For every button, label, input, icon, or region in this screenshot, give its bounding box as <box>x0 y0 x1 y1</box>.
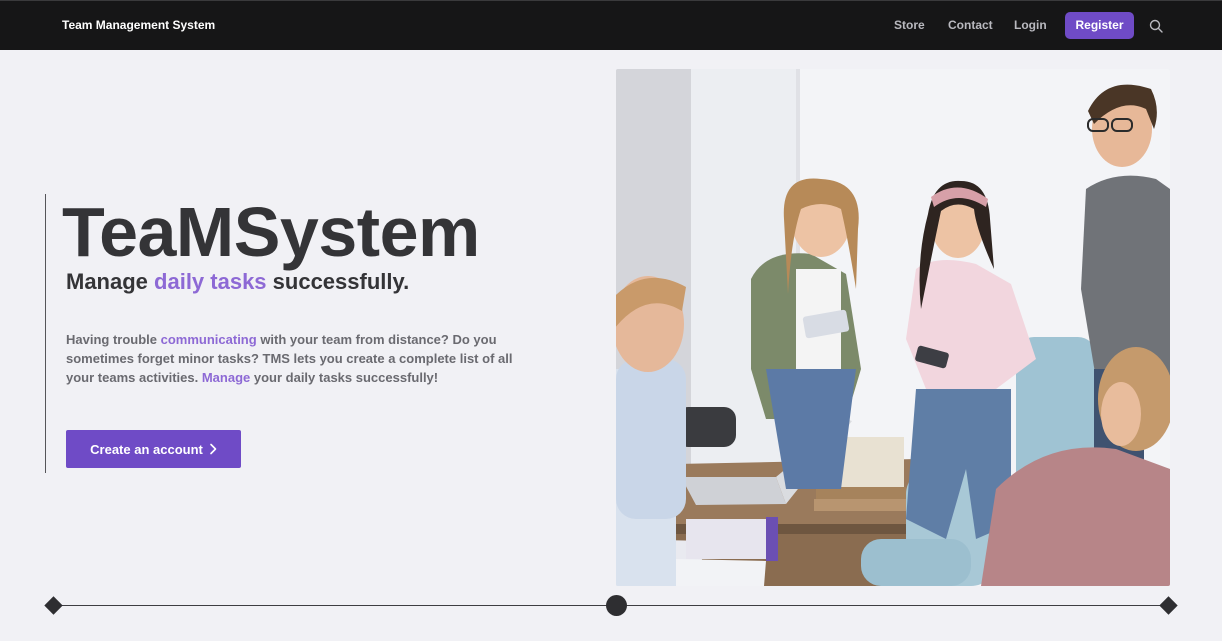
brand-logo-text[interactable]: Team Management System <box>62 18 215 32</box>
nav-link-contact[interactable]: Contact <box>948 18 993 32</box>
hero-subtitle-accent: daily tasks <box>154 269 267 294</box>
hero-subtitle-post: successfully. <box>266 269 410 294</box>
create-account-button[interactable]: Create an account <box>66 430 241 468</box>
hero-subtitle-pre: Manage <box>66 269 155 294</box>
hero-desc-accent-manage: Manage <box>201 370 251 385</box>
hero-desc-part-1: Having trouble <box>66 332 161 347</box>
hero-desc-accent-communicating: communicating <box>160 332 257 347</box>
search-icon[interactable] <box>1149 19 1163 33</box>
hero-divider-line <box>45 194 46 473</box>
hero-title: TeaMSystem <box>62 193 480 271</box>
nav-link-store[interactable]: Store <box>894 18 925 32</box>
nav-link-login[interactable]: Login <box>1014 18 1047 32</box>
navbar: Team Management System Store Contact Log… <box>0 0 1222 50</box>
slider-next-diamond-icon[interactable] <box>1159 596 1178 615</box>
chevron-right-icon <box>210 443 217 455</box>
team-photo <box>616 69 1170 586</box>
create-account-label: Create an account <box>90 441 203 457</box>
hero-desc-part-3: your daily tasks successfully! <box>250 370 439 385</box>
register-button[interactable]: Register <box>1065 12 1134 39</box>
hero-description: Having trouble communicating with your t… <box>66 330 516 387</box>
slider-prev-diamond-icon[interactable] <box>44 596 63 615</box>
hero-subtitle: Manage daily tasks successfully. <box>66 269 409 295</box>
slider-active-dot[interactable] <box>606 595 627 616</box>
